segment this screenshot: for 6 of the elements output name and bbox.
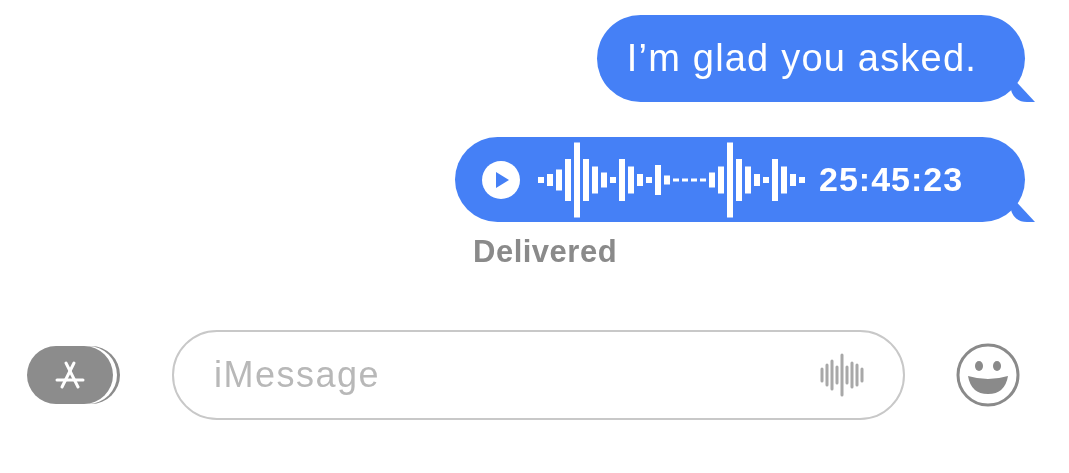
emoji-icon[interactable] xyxy=(955,342,1021,408)
audio-duration: 25:45:23 xyxy=(819,160,964,199)
message-field[interactable]: iMessage xyxy=(172,330,905,420)
app-store-icon xyxy=(53,360,87,390)
delivery-status: Delivered xyxy=(473,234,618,269)
play-icon[interactable] xyxy=(481,159,521,200)
